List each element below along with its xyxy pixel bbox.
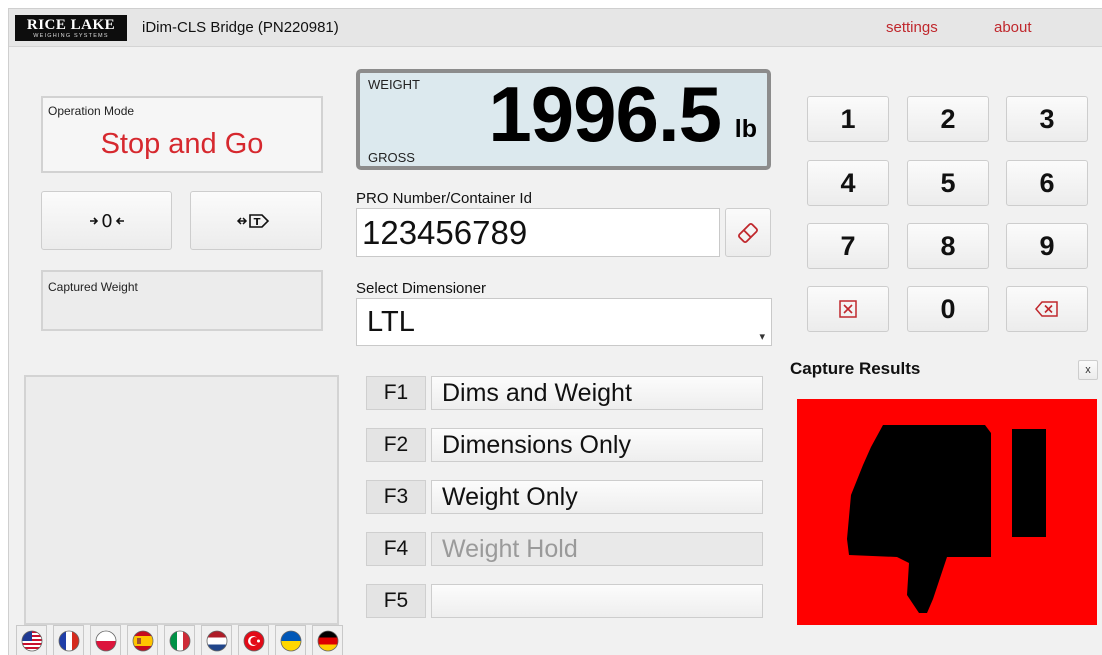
caret-down-icon: ▾ bbox=[759, 331, 765, 343]
captured-weight-label: Captured Weight bbox=[48, 280, 138, 294]
f1-key[interactable]: F1 bbox=[366, 376, 426, 410]
dimensions-only-button[interactable]: Dimensions Only bbox=[431, 428, 763, 462]
keypad-6[interactable]: 6 bbox=[1006, 160, 1088, 206]
ukraine-flag-icon bbox=[280, 630, 301, 651]
tare-button[interactable]: T bbox=[190, 191, 322, 250]
zero-icon: 0 bbox=[89, 211, 124, 232]
keypad-5[interactable]: 5 bbox=[907, 160, 989, 206]
keypad-backspace-button[interactable] bbox=[1006, 286, 1088, 332]
app-window: RICE LAKE WEIGHING SYSTEMS iDim-CLS Brid… bbox=[8, 8, 1102, 655]
rice-lake-logo: RICE LAKE WEIGHING SYSTEMS bbox=[15, 15, 127, 41]
keypad-1[interactable]: 1 bbox=[807, 96, 889, 142]
keypad-8[interactable]: 8 bbox=[907, 223, 989, 269]
language-dutch[interactable] bbox=[201, 625, 232, 655]
language-polish[interactable] bbox=[90, 625, 121, 655]
weight-label: WEIGHT bbox=[368, 77, 420, 92]
language-bar bbox=[16, 625, 349, 655]
keypad-9[interactable]: 9 bbox=[1006, 223, 1088, 269]
title-bar: RICE LAKE WEIGHING SYSTEMS iDim-CLS Brid… bbox=[9, 9, 1102, 47]
capture-results-title: Capture Results bbox=[790, 359, 921, 378]
clear-x-icon bbox=[839, 300, 857, 318]
language-french[interactable] bbox=[53, 625, 84, 655]
spain-flag-icon bbox=[132, 630, 153, 651]
captured-weight-panel: Captured Weight bbox=[41, 270, 323, 331]
dims-and-weight-button[interactable]: Dims and Weight bbox=[431, 376, 763, 410]
capture-results-box bbox=[797, 399, 1097, 625]
keypad-7[interactable]: 7 bbox=[807, 223, 889, 269]
f4-key[interactable]: F4 bbox=[366, 532, 426, 566]
language-italian[interactable] bbox=[164, 625, 195, 655]
keypad-3[interactable]: 3 bbox=[1006, 96, 1088, 142]
keypad-0[interactable]: 0 bbox=[907, 286, 989, 332]
svg-text:T: T bbox=[254, 217, 261, 228]
about-link[interactable]: about bbox=[994, 19, 1032, 36]
language-turkish[interactable] bbox=[238, 625, 269, 655]
keypad-4[interactable]: 4 bbox=[807, 160, 889, 206]
language-english[interactable] bbox=[16, 625, 47, 655]
keypad-2[interactable]: 2 bbox=[907, 96, 989, 142]
operation-mode-panel[interactable]: Operation Mode Stop and Go bbox=[41, 96, 323, 173]
clear-pro-button[interactable] bbox=[725, 208, 771, 257]
language-ukrainian[interactable] bbox=[275, 625, 306, 655]
capture-results-close-button[interactable]: x bbox=[1078, 360, 1098, 380]
app-title: iDim-CLS Bridge (PN220981) bbox=[142, 19, 339, 36]
image-panel bbox=[24, 375, 339, 625]
operation-mode-label: Operation Mode bbox=[48, 104, 135, 118]
f5-action-button[interactable] bbox=[431, 584, 763, 618]
f5-key[interactable]: F5 bbox=[366, 584, 426, 618]
weight-display: WEIGHT 1996.5 lb GROSS bbox=[356, 69, 771, 170]
keypad-clear-button[interactable] bbox=[807, 286, 889, 332]
logo-sub: WEIGHING SYSTEMS bbox=[33, 33, 109, 39]
f2-key[interactable]: F2 bbox=[366, 428, 426, 462]
turkey-flag-icon bbox=[243, 630, 264, 651]
pro-number-input[interactable] bbox=[356, 208, 720, 257]
settings-link[interactable]: settings bbox=[886, 19, 938, 36]
eraser-icon bbox=[738, 222, 758, 243]
us-flag-icon bbox=[21, 630, 42, 651]
pro-number-label: PRO Number/Container Id bbox=[356, 190, 532, 207]
dimensioner-label: Select Dimensioner bbox=[356, 280, 487, 297]
backspace-icon bbox=[1035, 301, 1058, 317]
germany-flag-icon bbox=[317, 630, 338, 651]
language-german[interactable] bbox=[312, 625, 343, 655]
operation-mode-value: Stop and Go bbox=[100, 128, 264, 160]
thumbs-down-icon bbox=[847, 425, 1046, 613]
svg-text:0: 0 bbox=[101, 211, 112, 232]
gross-label: GROSS bbox=[368, 150, 415, 165]
france-flag-icon bbox=[58, 630, 79, 651]
weight-only-button[interactable]: Weight Only bbox=[431, 480, 763, 514]
dimensioner-selected: LTL bbox=[367, 306, 415, 338]
poland-flag-icon bbox=[95, 630, 116, 651]
f3-key[interactable]: F3 bbox=[366, 480, 426, 514]
zero-button[interactable]: 0 bbox=[41, 191, 172, 250]
netherlands-flag-icon bbox=[206, 630, 227, 651]
weight-hold-button: Weight Hold bbox=[431, 532, 763, 566]
weight-unit: lb bbox=[734, 115, 757, 143]
tare-icon: T bbox=[236, 213, 270, 228]
weight-value: 1996.5 bbox=[488, 70, 722, 158]
logo-main: RICE LAKE bbox=[26, 17, 116, 33]
dimensioner-select[interactable]: LTL ▾ bbox=[356, 298, 772, 346]
italy-flag-icon bbox=[169, 630, 190, 651]
language-spanish[interactable] bbox=[127, 625, 158, 655]
